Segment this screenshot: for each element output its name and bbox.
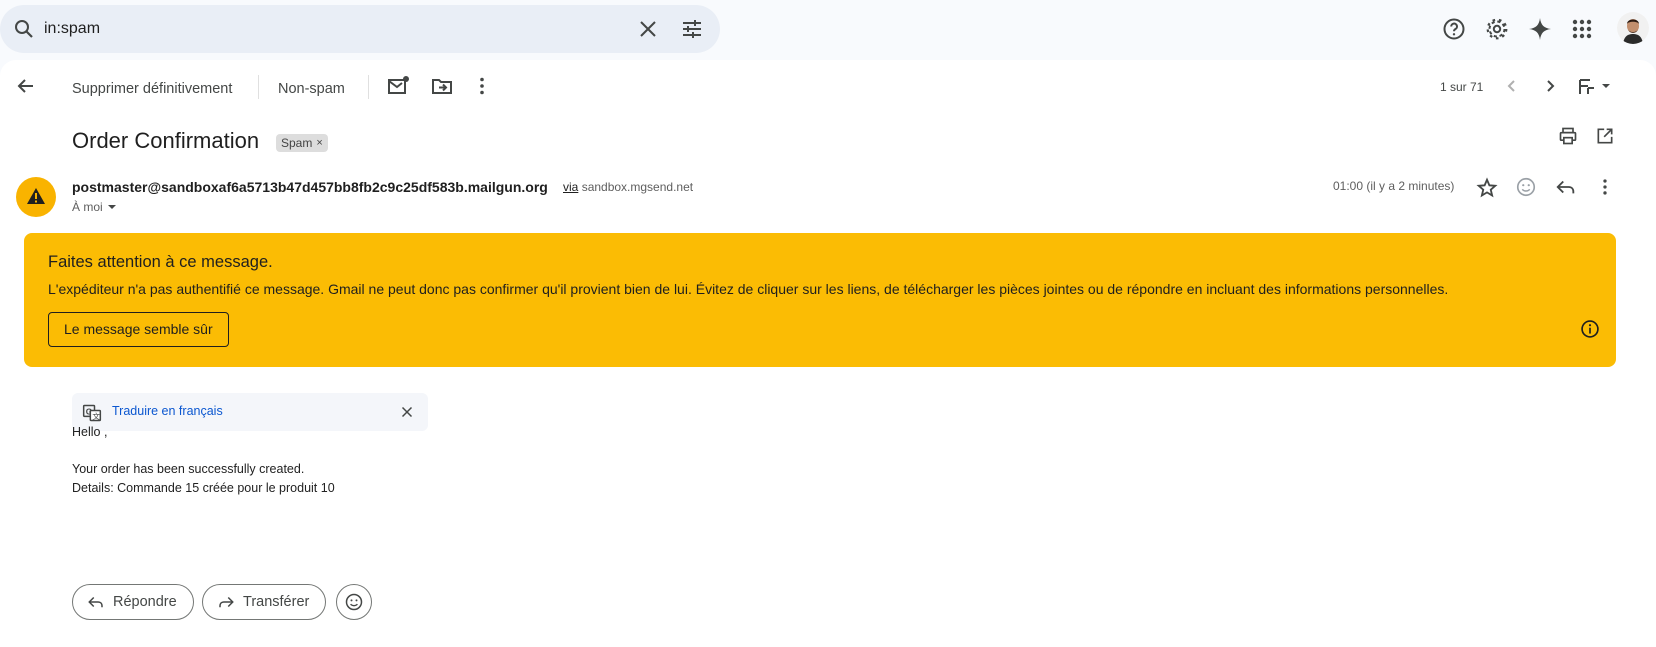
search-input[interactable]: in:spam	[44, 5, 100, 53]
add-reaction-icon[interactable]	[1515, 176, 1537, 198]
top-bar: in:spam	[0, 0, 1656, 57]
translate-link[interactable]: Traduire en français	[112, 404, 223, 418]
caret-down-icon[interactable]	[107, 202, 117, 212]
forward-icon	[219, 596, 234, 608]
settings-gear-icon[interactable]	[1485, 17, 1509, 41]
recipient-details[interactable]: À moi	[72, 200, 117, 214]
spam-label-chip: Spam ×	[276, 134, 328, 152]
user-avatar-icon	[1617, 12, 1649, 44]
apps-grid-icon[interactable]	[1570, 17, 1594, 41]
newer-chevron-left-icon[interactable]	[1500, 74, 1524, 98]
mark-unread-icon[interactable]	[386, 74, 410, 98]
translate-bar: G 文 Traduire en français	[72, 393, 428, 431]
reply-icon	[88, 596, 103, 608]
input-tools-icon[interactable]	[1578, 74, 1612, 98]
message-looks-safe-button[interactable]: Le message semble sûr	[48, 312, 229, 347]
gemini-sparkle-icon[interactable]	[1528, 17, 1552, 41]
search-icon[interactable]	[12, 17, 36, 41]
warning-title: Faites attention à ce message.	[48, 253, 273, 271]
older-chevron-right-icon[interactable]	[1538, 74, 1562, 98]
not-spam-button[interactable]: Non-spam	[278, 76, 345, 102]
print-icon[interactable]	[1558, 126, 1578, 146]
toolbar-divider	[368, 75, 369, 99]
security-warning-banner: Faites attention à ce message. L'expédit…	[24, 233, 1616, 367]
search-bar[interactable]: in:spam	[0, 5, 720, 53]
email-body-line: Details: Commande 15 créée pour le produ…	[72, 481, 335, 495]
via-link[interactable]: via	[563, 180, 578, 194]
message-more-icon[interactable]	[1594, 176, 1616, 198]
svg-text:文: 文	[92, 411, 100, 421]
warning-triangle-icon	[27, 188, 45, 204]
remove-label-button[interactable]: ×	[316, 134, 322, 152]
translate-icon: G 文	[82, 404, 102, 422]
via-domain-text: sandbox.mgsend.net	[581, 180, 694, 194]
help-icon[interactable]	[1442, 17, 1466, 41]
more-options-icon[interactable]	[470, 74, 494, 98]
recipient-label: À moi	[72, 200, 103, 214]
reply-button[interactable]: Répondre	[72, 584, 194, 620]
delete-forever-button[interactable]: Supprimer définitivement	[72, 76, 232, 102]
email-subject: Order Confirmation	[72, 128, 260, 153]
search-options-icon[interactable]	[680, 17, 704, 41]
spam-label: Spam	[281, 136, 313, 150]
open-in-new-window-icon[interactable]	[1595, 126, 1615, 146]
forward-button[interactable]: Transférer	[202, 584, 327, 620]
warning-text: L'expéditeur n'a pas authentifié ce mess…	[48, 281, 1449, 297]
forward-label: Transférer	[243, 594, 310, 610]
clear-search-icon[interactable]	[636, 17, 660, 41]
info-icon[interactable]	[1580, 319, 1600, 339]
star-icon[interactable]	[1476, 177, 1498, 199]
emoji-icon	[345, 593, 363, 611]
sender-address[interactable]: postmaster@sandboxaf6a5713b47d457bb8fb2c…	[72, 179, 548, 195]
reply-icon[interactable]	[1555, 176, 1577, 198]
move-to-folder-icon[interactable]	[430, 74, 454, 98]
emoji-reaction-button[interactable]	[336, 584, 372, 620]
email-body-line: Your order has been successfully created…	[72, 462, 305, 476]
message-date: 01:00 (il y a 2 minutes)	[1333, 179, 1455, 193]
reply-label: Répondre	[113, 594, 177, 610]
sender-avatar	[16, 177, 56, 217]
email-greeting: Hello ,	[72, 425, 108, 439]
pagination-count: 1 sur 71	[1440, 80, 1484, 94]
back-arrow-icon[interactable]	[14, 74, 38, 98]
toolbar-divider	[258, 75, 259, 99]
account-avatar[interactable]	[1617, 12, 1649, 44]
via-domain: via sandbox.mgsend.net	[563, 180, 693, 194]
message-view: Supprimer définitivement Non-spam 1 sur …	[0, 60, 1656, 647]
close-translate-icon[interactable]	[398, 403, 416, 421]
